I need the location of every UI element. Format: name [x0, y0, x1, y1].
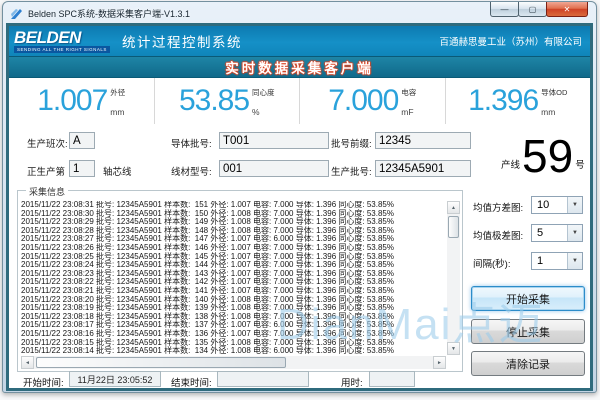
- interval-value: 1: [537, 255, 544, 267]
- page-banner: 实时数据采集客户端: [9, 56, 590, 78]
- start-time-value: [69, 371, 161, 387]
- production-batch-input[interactable]: [375, 160, 471, 177]
- maximize-button[interactable]: ▢: [518, 2, 547, 17]
- production-batch-label: 生产批号:: [331, 167, 372, 178]
- mean-variance-dropdown[interactable]: 10 ▼: [531, 196, 583, 214]
- stop-collection-button[interactable]: 停止采集: [471, 319, 585, 344]
- producing-label: 正生产第: [27, 167, 66, 178]
- time-status-bar: 开始时间: 结束时间: 用时:: [9, 370, 590, 388]
- metric-capacitance: 7.000 电容 mF: [299, 78, 445, 124]
- chevron-down-icon: ▼: [567, 253, 582, 269]
- metric-conductor-od: 1.396 导体OD mm: [444, 78, 591, 124]
- metric-unit: %: [252, 107, 260, 117]
- batch-prefix-input[interactable]: [375, 132, 471, 149]
- metric-value: 53.85: [178, 84, 250, 117]
- shift-input[interactable]: [69, 132, 95, 149]
- vertical-scrollbar[interactable]: ▲ ▼: [447, 201, 460, 355]
- horizontal-scroll-thumb[interactable]: [36, 357, 286, 368]
- scroll-right-icon[interactable]: ►: [433, 356, 446, 369]
- minimize-button[interactable]: —: [490, 2, 519, 17]
- window-controls: — ▢ ✕: [490, 2, 588, 17]
- settings-panel: 均值方差图: 10 ▼ 均值极差图: 5 ▼ 间隔(秒): 1 ▼ 开始采集 停…: [467, 192, 589, 384]
- producing-suffix-label: 轴芯线: [103, 167, 132, 178]
- metric-value: 1.007: [37, 84, 108, 117]
- production-form: 生产班次: 正生产第 轴芯线 导体批号: 线材型号: 批号前缀: 生产批号: 产…: [9, 124, 590, 190]
- end-time-label: 结束时间:: [171, 378, 212, 389]
- scroll-up-icon[interactable]: ▲: [447, 201, 460, 214]
- line-number: 59: [522, 130, 574, 182]
- elapsed-value: [369, 371, 415, 387]
- metric-concentricity: 53.85 同心度 %: [153, 78, 300, 124]
- company-name: 百通赫思曼工业（苏州）有限公司: [439, 37, 582, 48]
- interval-label: 间隔(秒):: [473, 259, 511, 270]
- conductor-batch-input[interactable]: [219, 132, 329, 149]
- vertical-scroll-thumb[interactable]: [448, 216, 459, 238]
- elapsed-label: 用时:: [341, 378, 363, 389]
- mean-variance-label: 均值方差图:: [473, 203, 524, 214]
- close-icon: ✕: [563, 4, 571, 14]
- wire-model-label: 线材型号:: [171, 167, 212, 178]
- metric-outer-diameter: 1.007 外径 mm: [9, 78, 154, 124]
- shift-label: 生产班次:: [27, 139, 68, 150]
- system-name: 统计过程控制系统: [121, 35, 242, 50]
- belden-logo-text: BELDEN: [14, 27, 81, 47]
- page-title: 实时数据采集客户端: [225, 61, 374, 76]
- minimize-icon: —: [500, 4, 509, 14]
- chevron-down-icon: ▼: [567, 197, 582, 213]
- log-row: 2015/11/22 23:08:14 批号: 12345A5901 样本数: …: [21, 346, 394, 355]
- mean-range-label: 均值极差图:: [473, 231, 524, 242]
- metrics-row: 1.007 外径 mm 53.85 同心度 % 7.000 电容 mF 1.39…: [9, 78, 590, 124]
- line-prefix-label: 产线: [501, 160, 521, 171]
- titlebar[interactable]: Belden SPC系统-数据采集客户端-V1.3.1 — ▢ ✕: [3, 2, 596, 23]
- collection-info-groupbox: 采集信息 2015/11/22 23:08:31 批号: 12345A5901 …: [17, 185, 463, 372]
- mean-range-value: 5: [537, 227, 544, 239]
- client-area: BELDEN SENDING ALL THE RIGHT SIGNALS 统计过…: [6, 23, 593, 391]
- metric-label: 电容: [401, 88, 417, 97]
- metric-label: 导体OD: [541, 88, 568, 97]
- log-list[interactable]: 2015/11/22 23:08:31 批号: 12345A5901 样本数: …: [21, 201, 446, 355]
- scroll-left-icon[interactable]: ◄: [21, 356, 34, 369]
- mean-range-dropdown[interactable]: 5 ▼: [531, 224, 583, 242]
- metric-label: 外径: [110, 88, 126, 97]
- metric-value: 7.000: [328, 84, 399, 117]
- belden-logo-tagline: SENDING ALL THE RIGHT SIGNALS: [14, 45, 110, 53]
- conductor-batch-label: 导体批号:: [171, 139, 212, 150]
- app-window: Belden SPC系统-数据采集客户端-V1.3.1 — ▢ ✕ BELDEN…: [2, 1, 597, 393]
- metric-unit: mm: [541, 107, 556, 117]
- main-content: 1.007 外径 mm 53.85 同心度 % 7.000 电容 mF 1.39…: [9, 78, 590, 388]
- start-collection-button[interactable]: 开始采集: [471, 286, 585, 311]
- start-time-label: 开始时间:: [23, 378, 64, 389]
- groupbox-title: 采集信息: [26, 185, 69, 198]
- batch-prefix-label: 批号前缀:: [331, 139, 372, 150]
- interval-dropdown[interactable]: 1 ▼: [531, 252, 583, 270]
- horizontal-scrollbar[interactable]: ◄ ►: [21, 356, 446, 369]
- metric-label: 同心度: [252, 88, 275, 97]
- window-title: Belden SPC系统-数据采集客户端-V1.3.1: [28, 9, 191, 19]
- belden-logo: BELDEN SENDING ALL THE RIGHT SIGNALS: [14, 27, 110, 53]
- producing-input[interactable]: [69, 160, 95, 177]
- close-button[interactable]: ✕: [546, 2, 588, 17]
- chevron-down-icon: ▼: [567, 225, 582, 241]
- production-line-display: 产线 59 号: [501, 132, 585, 180]
- metric-unit: mF: [401, 107, 414, 117]
- end-time-value: [217, 371, 309, 387]
- metric-value: 1.396: [468, 84, 539, 117]
- wire-model-input[interactable]: [219, 160, 329, 177]
- metric-unit: mm: [110, 107, 125, 117]
- app-icon: [11, 9, 22, 19]
- line-suffix-label: 号: [575, 160, 585, 171]
- brand-bar: BELDEN SENDING ALL THE RIGHT SIGNALS 统计过…: [9, 26, 590, 56]
- scroll-down-icon[interactable]: ▼: [447, 342, 460, 355]
- maximize-icon: ▢: [528, 4, 537, 14]
- mean-variance-value: 10: [537, 199, 550, 211]
